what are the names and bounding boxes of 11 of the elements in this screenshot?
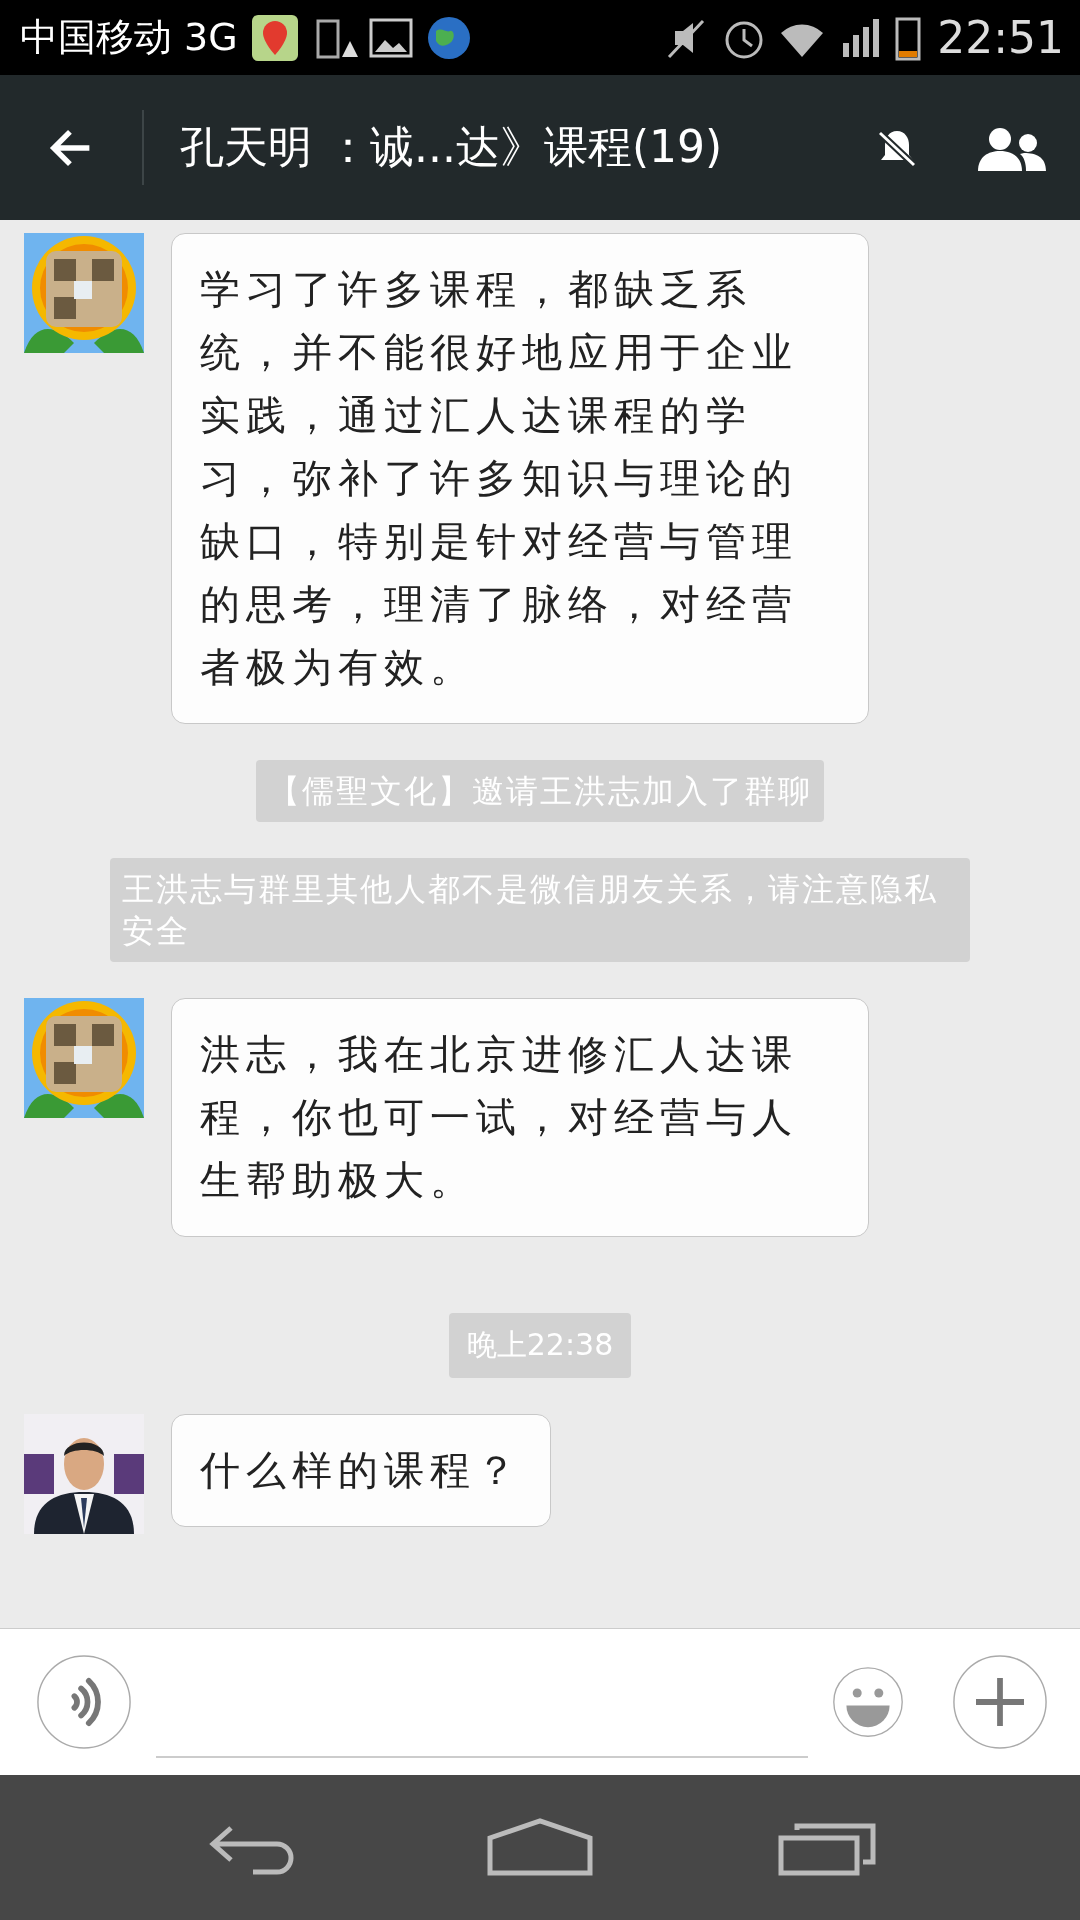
emoji-icon[interactable] [832,1666,904,1738]
clock-time: 22:51 [937,12,1064,63]
message-bubble: 洪志，我在北京进修汇人达课程，你也可一试，对经营与人生帮助极大。 [171,998,869,1237]
message-bubble: 什么样的课程？ [171,1414,551,1527]
map-pin-icon [249,12,300,63]
home-icon[interactable] [485,1817,595,1878]
voice-button[interactable] [36,1654,132,1750]
chat-title: 孔天明 ：诚...达》课程(19) [180,120,724,174]
carrier-name: 中国移动 3G [20,14,238,61]
add-button[interactable] [952,1654,1048,1750]
message-bubble: 学习了许多课程，都缺乏系统，并不能很好地应用于企业实践，通过汇人达课程的学习，弥补了许多知识与理论的缺口，特别是针对经营与管理的思考，理清了脉络，对经营者极为有效。 [171,233,869,724]
